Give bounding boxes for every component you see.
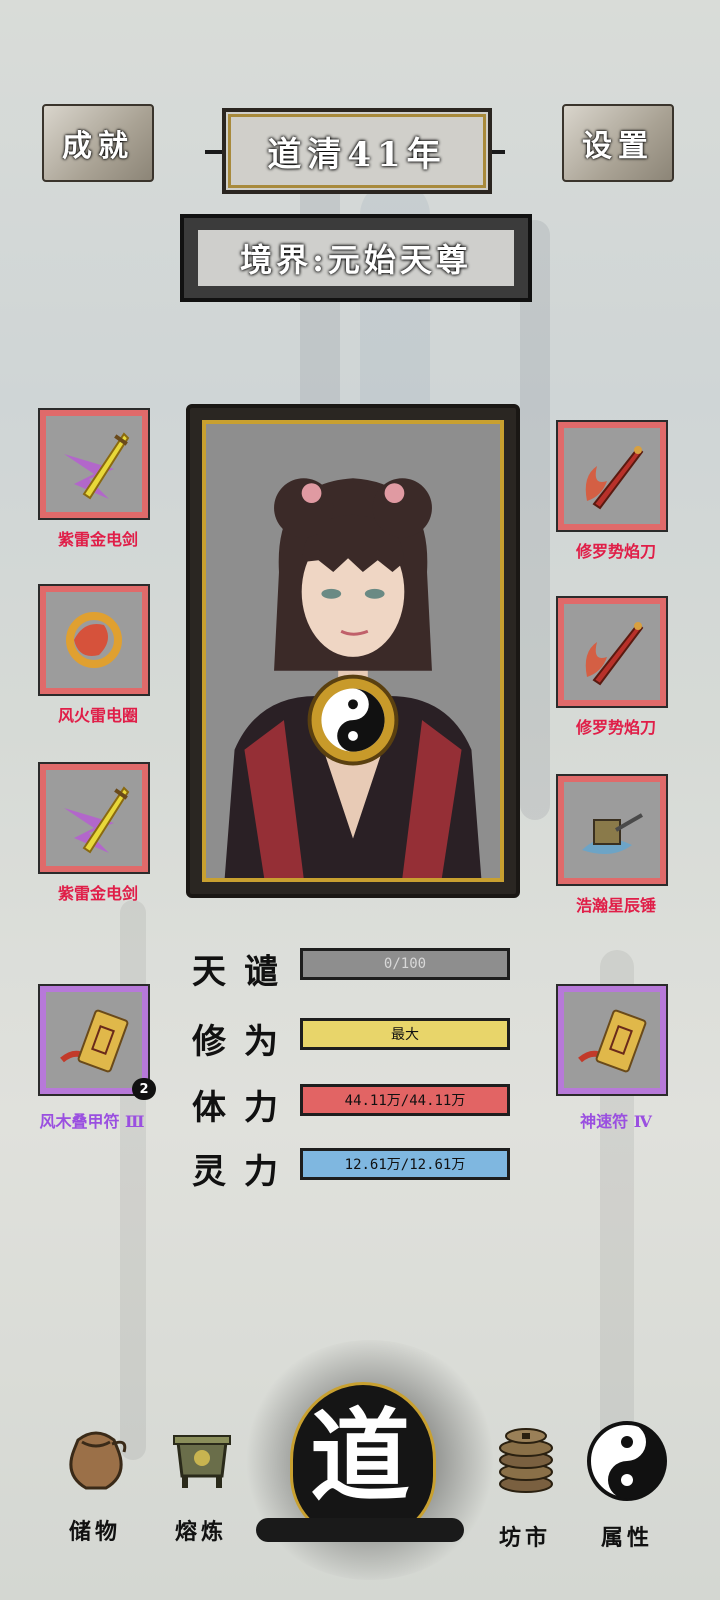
equipment-slot[interactable] [556,984,668,1096]
achievements-label: 成就 [62,129,134,164]
stat-label: 天谴 [192,952,296,992]
left-slot-1[interactable]: 紫雷金电剑 [38,408,156,550]
nav-label: 坊市 [498,1525,551,1551]
slot-label: 风木叠甲符 Ⅲ [39,1112,145,1131]
equipment-slot[interactable] [38,762,150,874]
stat-bar: 44.11万/44.11万 [300,1084,510,1116]
stat-label: 修为 [192,1022,296,1062]
achievements-button[interactable]: 成就 [42,104,154,182]
stat-bar: 最大 [300,1018,510,1050]
nav-label: 属性 [600,1525,653,1551]
left-slot-2[interactable]: 风火雷电圈 [38,584,156,726]
stat-row-lingli: 灵力 12.61万/12.61万 [192,1144,522,1192]
year-title: 道清41年 [267,134,447,175]
equipment-slot[interactable] [556,420,668,532]
left-slot-3[interactable]: 紫雷金电剑 [38,762,156,904]
nav-storage[interactable]: 储物 [50,1420,140,1570]
stat-value: 最大 [391,1027,419,1043]
star-hammer-icon [582,813,643,854]
fire-ring-icon [66,612,122,668]
stat-value: 12.61万/12.61万 [344,1157,466,1173]
stat-row-tianqian: 天谴 0/100 [192,944,522,992]
dao-glyph: 道 [310,1397,410,1515]
slot-label: 修罗势焰刀 [575,542,656,561]
purple-lightning-sword-icon [64,432,130,500]
cauldron-icon [173,1435,231,1488]
right-slot-2[interactable]: 修罗势焰刀 [556,596,674,738]
equipment-slot[interactable] [556,596,668,708]
right-slot-3[interactable]: 浩瀚星辰锤 [556,774,674,916]
equipment-slot[interactable] [556,774,668,886]
character-portrait-frame[interactable] [186,404,520,898]
right-slot-1[interactable]: 修罗势焰刀 [556,420,674,562]
nav-smelting[interactable]: 熔炼 [156,1420,246,1570]
nav-dao[interactable]: 道 [256,1372,464,1548]
stat-label: 体力 [192,1088,296,1128]
settings-label: 设置 [582,129,654,164]
slot-label: 浩瀚星辰锤 [575,896,656,915]
flame-blade-icon [585,622,644,686]
stat-bar: 12.61万/12.61万 [300,1148,510,1180]
purple-lightning-sword-icon [64,786,130,854]
slot-label: 紫雷金电剑 [57,530,138,549]
slot-label: 风火雷电圈 [57,706,138,725]
equipment-slot[interactable] [38,984,150,1096]
item-count-badge: 2 [132,1078,156,1100]
stat-value: 0/100 [383,956,427,972]
left-slot-4[interactable]: 2 风木叠甲符 Ⅲ [38,984,156,1132]
nav-market[interactable]: 坊市 [480,1420,570,1570]
cloud-ornament [256,1518,464,1542]
yin-yang-icon [587,1421,667,1501]
stat-bar: 0/100 [300,948,510,980]
realm-plaque: 境界:元始天尊 [180,214,532,302]
equipment-slot[interactable] [38,584,150,696]
slot-label: 紫雷金电剑 [57,884,138,903]
character-illustration [224,478,482,878]
talisman-scroll-icon [578,1009,647,1073]
flame-blade-icon [585,446,644,510]
realm-label: 境界:元始天尊 [197,230,515,286]
settings-button[interactable]: 设置 [562,104,674,182]
nav-label: 储物 [68,1519,121,1545]
nav-label: 熔炼 [174,1519,227,1545]
slot-label: 神速符 Ⅳ [580,1112,652,1131]
talisman-scroll-icon [60,1009,129,1073]
stat-label: 灵力 [192,1152,296,1192]
stat-value: 44.11万/44.11万 [344,1093,466,1109]
nav-attributes[interactable]: 属性 [582,1420,672,1570]
stat-row-xiuwei: 修为 最大 [192,1014,522,1062]
slot-label: 修罗势焰刀 [575,718,656,737]
right-slot-4[interactable]: 神速符 Ⅳ [556,984,674,1132]
character-portrait [202,420,504,882]
equipment-slot[interactable] [38,408,150,520]
pouch-icon [69,1431,127,1490]
coin-stack-icon [499,1428,553,1493]
stat-row-tili: 体力 44.11万/44.11万 [192,1080,522,1128]
year-title-plaque: 道清41年 [222,108,492,194]
